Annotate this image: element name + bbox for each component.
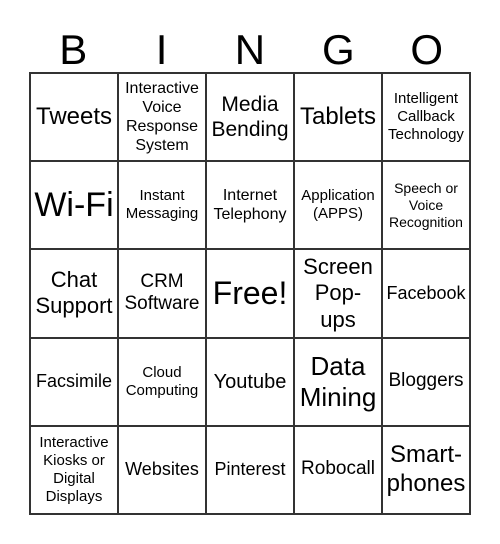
bingo-grid: Tweets Interactive Voice Response System M… <box>29 72 471 515</box>
bingo-cell[interactable]: Chat Support <box>30 249 118 338</box>
bingo-cell[interactable]: Websites <box>118 425 206 514</box>
bingo-cell[interactable]: Interactive Voice Response System <box>118 73 206 162</box>
bingo-cell[interactable]: Robocall <box>294 425 382 514</box>
bingo-cell[interactable]: Application (APPS) <box>294 161 382 250</box>
bingo-cell[interactable]: CRM Software <box>118 249 206 338</box>
bingo-cell[interactable]: Wi-Fi <box>30 161 118 250</box>
bingo-cell[interactable]: Facsimile <box>30 337 118 426</box>
bingo-cell[interactable]: Smart- phones <box>382 425 470 514</box>
bingo-cell[interactable]: Tweets <box>30 73 118 162</box>
bingo-cell[interactable]: Interactive Kiosks or Digital Displays <box>30 425 118 514</box>
header-letter-o: O <box>410 26 444 73</box>
bingo-cell[interactable]: Facebook <box>382 249 470 338</box>
header-letter-g: G <box>322 26 355 73</box>
bingo-cell[interactable]: Instant Messaging <box>118 161 206 250</box>
bingo-cell[interactable]: Youtube <box>206 337 294 426</box>
bingo-cell[interactable]: Speech or Voice Recognition <box>382 161 470 250</box>
bingo-cell[interactable]: Screen Pop- ups <box>294 249 382 338</box>
bingo-cell[interactable]: Data Mining <box>294 337 382 426</box>
bingo-cell[interactable]: Pinterest <box>206 425 294 514</box>
header-letter-n: N <box>234 26 266 73</box>
bingo-cell[interactable]: Free! <box>206 249 294 338</box>
bingo-cell[interactable]: Cloud Computing <box>118 337 206 426</box>
bingo-cell[interactable]: Media Bending <box>206 73 294 162</box>
bingo-cell[interactable]: Bloggers <box>382 337 470 426</box>
bingo-cell[interactable]: Tablets <box>294 73 382 162</box>
header-letter-b: B <box>59 26 88 73</box>
bingo-header: B I N G O <box>29 28 471 72</box>
bingo-cell[interactable]: Internet Telephony <box>206 161 294 250</box>
bingo-cell[interactable]: Intelligent Callback Technology <box>382 73 470 162</box>
header-letter-i: I <box>155 26 168 73</box>
